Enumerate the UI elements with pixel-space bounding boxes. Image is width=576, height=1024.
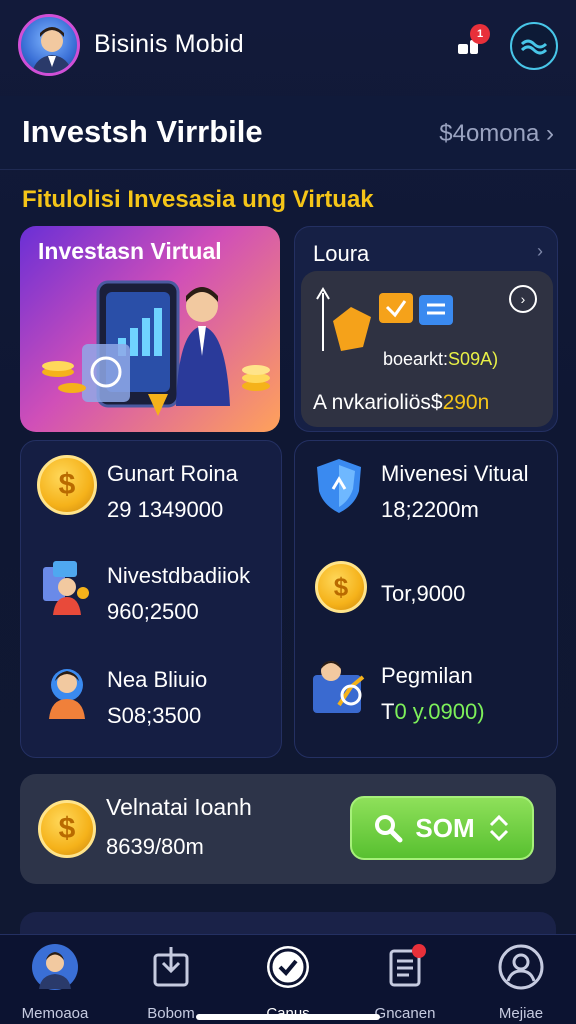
profile-icon bbox=[498, 944, 544, 990]
loan-card-title: Loura bbox=[313, 241, 370, 266]
som-button-label: SOM bbox=[415, 812, 475, 843]
dollar-coin-icon: $ bbox=[37, 455, 97, 515]
user-profile-icon bbox=[49, 669, 85, 719]
loan-value-prefix: boearkt: bbox=[383, 349, 449, 369]
dollar-coin-icon: $ bbox=[38, 800, 96, 858]
tab-label: Memoaoa bbox=[21, 1005, 89, 1022]
tab-mejiae[interactable]: Mejiae bbox=[466, 943, 576, 1023]
stat-item[interactable]: $ Gunart Roina 29 1349000 bbox=[37, 455, 277, 535]
loan-caption-prefix: A nvkarioliös$ bbox=[313, 391, 443, 414]
document-list-icon bbox=[389, 944, 426, 987]
investor-chart-icon bbox=[313, 661, 365, 713]
right-stats-panel: Mivenesi Vitual 18;2200m $ Tor,9000 Pegm… bbox=[294, 440, 558, 758]
app-header: Bisinis Mobid 1 bbox=[0, 0, 576, 92]
stat-value: 960;2500 bbox=[107, 599, 199, 624]
loan-card[interactable]: Loura › › boearkt:S09A) A nvkarioliös$29… bbox=[294, 226, 558, 432]
avatar-tab-icon bbox=[32, 944, 78, 990]
section-header: Investsh Virrbile $4omona › bbox=[0, 96, 576, 170]
virtual-investment-hero-card[interactable]: Investasn Virtual bbox=[20, 226, 280, 432]
left-stats-panel: $ Gunart Roina 29 1349000 Nivestdbadiiok… bbox=[20, 440, 282, 758]
stat-item[interactable]: Nivestdbadiiok 960;2500 bbox=[37, 557, 277, 637]
dollar-coin-icon: $ bbox=[315, 561, 367, 613]
page-title: Investsh Virrbile bbox=[22, 114, 263, 149]
virtual-loan-value: 8639/80m bbox=[106, 834, 204, 859]
stat-item[interactable]: Nea Bliuio S08;3500 bbox=[37, 661, 277, 741]
sort-chevrons-icon bbox=[489, 814, 508, 842]
balance-link-label: $4omona bbox=[439, 120, 540, 147]
download-box-icon bbox=[153, 947, 189, 987]
stat-label: Nivestdbadiiok bbox=[107, 563, 251, 588]
stat-value-highlight: 0 y.0900) bbox=[394, 699, 485, 724]
investor-document-icon bbox=[43, 561, 89, 615]
user-avatar[interactable] bbox=[18, 14, 80, 76]
loan-detail-button[interactable]: › bbox=[509, 285, 537, 313]
loan-caption-highlight: 290n bbox=[442, 391, 490, 414]
stat-item[interactable]: $ Tor,9000 bbox=[309, 557, 549, 637]
som-action-button[interactable]: SOM bbox=[350, 796, 534, 860]
stat-label: Gunart Roina bbox=[107, 461, 238, 486]
chevron-right-icon: › bbox=[537, 241, 543, 261]
wave-logo-icon bbox=[520, 39, 548, 55]
virtual-loan-title: Velnatai Ioanh bbox=[106, 794, 252, 820]
stat-value: T0 y.0900) bbox=[381, 699, 485, 725]
tab-memoaoa[interactable]: Memoaoa bbox=[0, 943, 110, 1023]
loan-value: boearkt:S09A) bbox=[383, 349, 498, 370]
stat-value: Tor,9000 bbox=[381, 581, 466, 606]
stat-item[interactable]: Mivenesi Vitual 18;2200m bbox=[309, 455, 549, 535]
tab-label: Mejiae bbox=[498, 1005, 544, 1022]
stat-value: 29 1349000 bbox=[107, 497, 224, 522]
brand-logo-button[interactable] bbox=[510, 22, 558, 70]
bottom-tab-bar: Memoaoa Bobom Canus Gncanen M bbox=[0, 934, 576, 1024]
loan-summary-panel: › boearkt:S09A) A nvkarioliös$290n bbox=[301, 271, 553, 427]
investment-illustration bbox=[42, 280, 270, 416]
stat-label: Nea Bliuio bbox=[107, 667, 208, 692]
chevron-right-icon: › bbox=[546, 120, 554, 147]
home-indicator[interactable] bbox=[196, 1014, 380, 1020]
notification-button[interactable]: 1 bbox=[452, 24, 492, 66]
tab-canus[interactable]: Canus bbox=[233, 943, 343, 1023]
search-icon bbox=[375, 815, 403, 843]
stat-label: Mivenesi Vitual bbox=[381, 461, 529, 486]
tab-gncanen[interactable]: Gncanen bbox=[350, 943, 460, 1023]
loan-value-highlight: S09A) bbox=[448, 349, 499, 369]
tab-bobom[interactable]: Bobom bbox=[116, 943, 226, 1023]
clock-icon bbox=[267, 946, 309, 988]
stat-value: 18;2200m bbox=[381, 497, 479, 522]
stat-item[interactable]: Pegmilan T0 y.0900) bbox=[309, 657, 549, 737]
section-subtitle: Fitulolisi Invesasia ung Virtuak bbox=[22, 186, 374, 213]
loan-caption: A nvkarioliös$290n bbox=[313, 391, 489, 415]
notification-badge: 1 bbox=[470, 24, 490, 44]
stat-value-prefix: T bbox=[381, 699, 395, 724]
virtual-loan-card[interactable]: $ Velnatai Ioanh 8639/80m SOM bbox=[20, 774, 556, 884]
app-title: Bisinis Mobid bbox=[94, 30, 244, 58]
chevron-right-icon: › bbox=[520, 291, 526, 307]
stat-label: Pegmilan bbox=[381, 663, 473, 688]
stat-value: S08;3500 bbox=[107, 703, 202, 728]
balance-link[interactable]: $4omona › bbox=[439, 120, 554, 148]
shield-icon bbox=[317, 459, 361, 513]
